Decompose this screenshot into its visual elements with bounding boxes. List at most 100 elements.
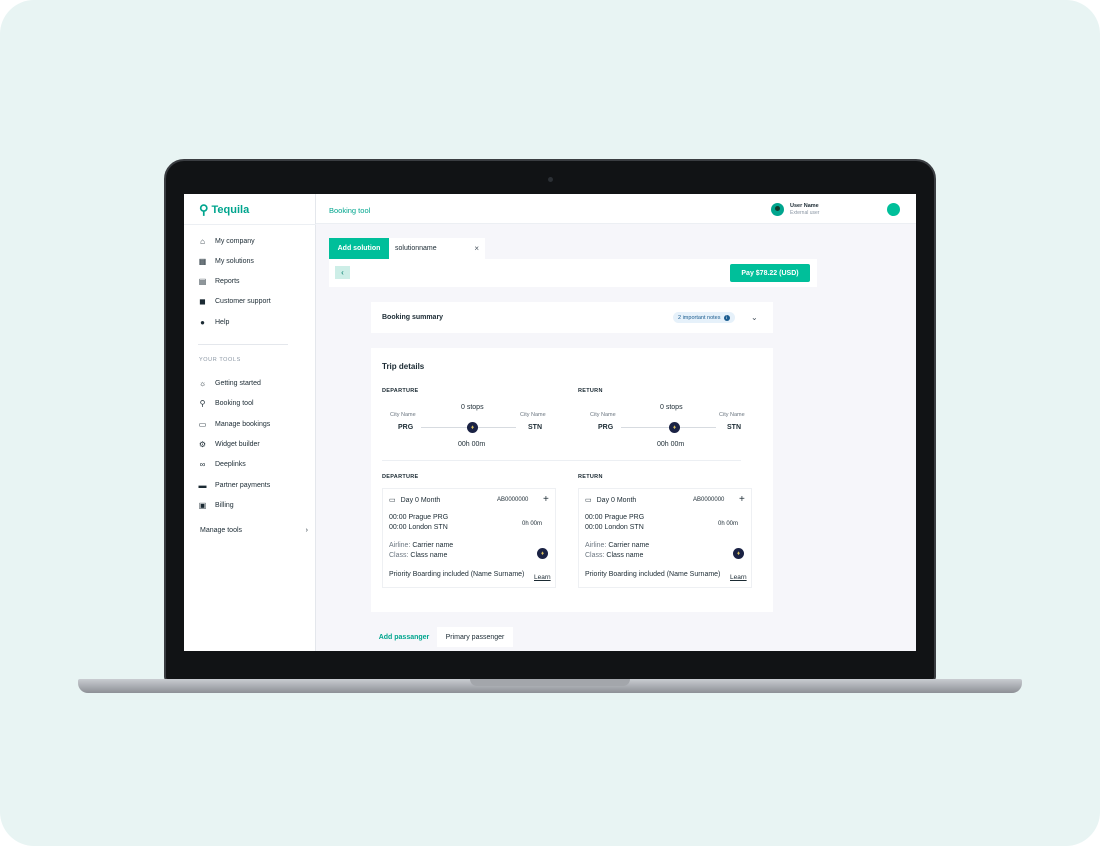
expand-icon[interactable]: + — [739, 494, 745, 505]
sidebar-item-my-solutions[interactable]: ▦ My solutions — [198, 255, 310, 267]
sidebar-item-manage-bookings[interactable]: ▭ Manage bookings — [198, 418, 310, 430]
leg-heading: DEPARTURE — [382, 388, 419, 394]
pay-button[interactable]: Pay $78.22 (USD) — [730, 264, 810, 282]
airline-name: Carrier name — [608, 542, 650, 549]
sidebar-item-label: My solutions — [215, 257, 254, 265]
camera-icon — [548, 177, 553, 182]
sidebar-item-billing[interactable]: ▣ Billing — [198, 499, 310, 511]
manage-tools-link[interactable]: Manage tools › — [200, 527, 308, 534]
segment-date-text: Day 0 Month — [400, 496, 441, 504]
tools-divider — [198, 344, 288, 345]
tab-solution[interactable]: solutionname × — [389, 238, 485, 259]
airline-label: Airline: — [585, 542, 607, 549]
trip-details: Trip details DEPARTURE City Name PRG 0 s… — [371, 348, 773, 612]
sidebar-item-my-company[interactable]: ⌂ My company — [198, 235, 310, 247]
user-role: External user — [790, 210, 820, 216]
airline-logo-icon: ♦ — [467, 422, 478, 433]
toolbar: ‹ Pay $78.22 (USD) — [329, 259, 817, 287]
calendar-icon: ▭ — [389, 497, 396, 504]
to-airport-code: STN — [528, 424, 542, 431]
sidebar-item-help[interactable]: ● Help — [198, 316, 310, 328]
add-passenger-button[interactable]: Add passanger — [371, 627, 437, 647]
tools-heading: YOUR TOOLS — [199, 357, 241, 363]
sidebar-item-label: Deeplinks — [215, 460, 246, 468]
airline-info: Airline: Carrier name — [585, 542, 649, 549]
segment-duration: 0h 00m — [522, 521, 543, 527]
from-airport-code: PRG — [398, 424, 414, 431]
billing-icon: ▣ — [198, 500, 207, 510]
from-city-label: City Name — [390, 412, 416, 418]
sidebar-item-label: Booking tool — [215, 399, 254, 407]
stops-count: 0 stops — [660, 404, 683, 411]
sidebar-item-customer-support[interactable]: ◼ Customer support — [198, 295, 310, 307]
departure-time: 00:00 Prague PRG — [585, 514, 645, 521]
sidebar-item-label: Help — [215, 318, 230, 326]
add-solution-button[interactable]: Add solution — [329, 238, 389, 259]
priority-boarding: Priority Boarding included (Name Surname… — [389, 571, 525, 578]
booking-summary-title: Booking summary — [382, 314, 444, 321]
gear-icon: ⚙ — [198, 439, 207, 449]
airline-label: Airline: — [389, 542, 411, 549]
learn-link[interactable]: Learn — [534, 574, 551, 581]
segment-date: ▭ Day 0 Month — [585, 496, 637, 505]
class-label: Class: — [389, 552, 409, 559]
leg-heading: RETURN — [578, 388, 603, 394]
segment-heading: RETURN — [578, 474, 603, 480]
laptop-notch — [470, 679, 630, 686]
chevron-down-icon[interactable]: ⌄ — [751, 313, 758, 322]
airline-logo-icon: ♦ — [537, 548, 548, 559]
user-name: User Name — [790, 203, 819, 209]
airline-name: Carrier name — [412, 542, 454, 549]
sidebar-item-partner-payments[interactable]: ▬ Partner payments — [198, 479, 310, 491]
home-icon: ⌂ — [200, 236, 205, 246]
to-city-label: City Name — [520, 412, 546, 418]
departure-time: 00:00 Prague PRG — [389, 514, 449, 521]
account-menu-button[interactable] — [887, 203, 900, 216]
info-icon: i — [723, 314, 730, 321]
calendar-icon: ▭ — [585, 497, 592, 504]
class-info: Class: Class name — [585, 552, 643, 559]
flight-segment-card: ▭ Day 0 Month AB0000000 + 00:00 Prague P… — [382, 488, 556, 588]
sidebar-item-booking-tool[interactable]: ⚲ Booking tool — [198, 397, 310, 409]
sidebar-item-label: Reports — [215, 277, 240, 285]
airline-info: Airline: Carrier name — [389, 542, 453, 549]
trip-details-title: Trip details — [382, 362, 425, 371]
airline-logo-icon: ♦ — [669, 422, 680, 433]
stops-count: 0 stops — [461, 404, 484, 411]
card-icon: ▬ — [198, 480, 207, 490]
learn-link[interactable]: Learn — [730, 574, 747, 581]
back-button[interactable]: ‹ — [335, 266, 350, 279]
priority-boarding: Priority Boarding included (Name Surname… — [585, 571, 721, 578]
expand-icon[interactable]: + — [543, 494, 549, 505]
sidebar-item-getting-started[interactable]: ☼ Getting started — [198, 377, 310, 389]
segment-date-text: Day 0 Month — [596, 496, 637, 504]
class-label: Class: — [585, 552, 605, 559]
flight-segment-card: ▭ Day 0 Month AB0000000 + 00:00 Prague P… — [578, 488, 752, 588]
flight-number: AB0000000 — [497, 497, 529, 503]
flight-duration: 00h 00m — [458, 441, 486, 448]
app-logo[interactable]: ⚲ Tequila — [199, 202, 249, 218]
avatar[interactable] — [771, 203, 784, 216]
section-divider — [382, 460, 741, 461]
sidebar-item-label: Getting started — [215, 379, 261, 387]
important-notes-label: 2 important notes — [678, 314, 721, 321]
page-title: Booking tool — [329, 206, 371, 215]
sidebar-item-deeplinks[interactable]: ∞ Deeplinks — [198, 458, 310, 470]
sidebar-item-widget-builder[interactable]: ⚙ Widget builder — [198, 438, 310, 450]
class-info: Class: Class name — [389, 552, 447, 559]
lightbulb-icon: ☼ — [198, 378, 207, 388]
important-notes-badge[interactable]: 2 important notes i — [673, 312, 735, 323]
link-icon: ∞ — [199, 459, 206, 469]
segment-heading: DEPARTURE — [382, 474, 419, 480]
close-icon[interactable]: × — [474, 244, 479, 253]
chevron-right-icon: › — [305, 527, 308, 534]
top-bar: Booking tool User Name External user — [316, 194, 916, 224]
cactus-logo-icon: ⚲ — [199, 202, 209, 217]
sidebar-item-label: Partner payments — [215, 481, 271, 489]
booking-summary[interactable]: Booking summary 2 important notes i ⌄ — [371, 302, 773, 333]
tab-primary-passenger[interactable]: Primary passenger — [437, 627, 513, 647]
sidebar-item-label: Billing — [215, 501, 234, 509]
sidebar-item-reports[interactable]: ▤ Reports — [198, 275, 310, 287]
sidebar-item-label: Widget builder — [215, 440, 260, 448]
from-airport-code: PRG — [598, 424, 614, 431]
